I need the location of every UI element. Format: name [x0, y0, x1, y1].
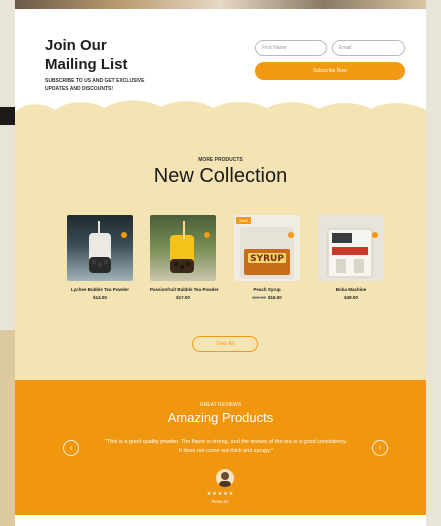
- mailing-title: Join Our Mailing List: [45, 36, 185, 74]
- reviews-eyebrow: GREAT REVIEWS: [199, 402, 242, 408]
- mailing-list-section: Join Our Mailing List SUBSCRIBE TO US AN…: [15, 9, 426, 109]
- product-price: $14.00: [67, 295, 133, 300]
- chevron-right-icon[interactable]: ›: [372, 440, 388, 456]
- first-name-field[interactable]: First Name: [255, 40, 327, 56]
- page: Join Our Mailing List SUBSCRIBE TO US AN…: [15, 0, 426, 526]
- product-price-value: $16.00: [268, 295, 282, 300]
- product-card[interactable]: Boba Machine $49.00: [318, 215, 384, 300]
- product-image-passionfruit[interactable]: [150, 215, 216, 281]
- footer-strip: [15, 515, 426, 526]
- product-name[interactable]: Passionfruit Bubble Tea Powder: [150, 287, 219, 292]
- product-image-syrup[interactable]: SYRUP Sale!: [234, 215, 300, 281]
- side-tan-strip: [0, 330, 15, 526]
- product-price-value: $17.00: [176, 295, 190, 300]
- chevron-left-icon[interactable]: ‹: [63, 440, 79, 456]
- mailing-title-line2: Mailing List: [45, 56, 128, 73]
- product-price: $17.00: [150, 295, 216, 300]
- review-quote: "This is a good quality powder. The flav…: [104, 439, 348, 454]
- product-price: $49.00: [318, 295, 384, 300]
- collection-eyebrow: MORE PRODUCTS: [198, 157, 243, 163]
- syrup-label-text: SYRUP: [250, 254, 284, 264]
- rating-stars: ★★★★★: [206, 491, 235, 497]
- product-price-value: $49.00: [344, 295, 358, 300]
- product-card[interactable]: SYRUP Sale! Peach Syrup $22.00 $16.00: [234, 215, 300, 300]
- collection-title: New Collection: [153, 165, 288, 187]
- product-name[interactable]: Lychee Bubble Tea Powder: [67, 287, 133, 292]
- email-field[interactable]: Email: [332, 40, 405, 56]
- product-price-value: $14.00: [93, 295, 107, 300]
- reviews-title: Amazing Products: [167, 410, 274, 425]
- product-name[interactable]: Peach Syrup: [234, 287, 300, 292]
- product-image-lychee[interactable]: [67, 215, 133, 281]
- product-old-price: $22.00: [252, 295, 266, 300]
- product-image-boba-machine[interactable]: [318, 215, 384, 281]
- header-image-strip: [15, 0, 426, 9]
- subscribe-button[interactable]: Subscribe Now: [255, 62, 405, 80]
- mailing-title-line1: Join Our: [45, 37, 107, 54]
- product-price: $22.00 $16.00: [234, 295, 300, 300]
- product-card[interactable]: Lychee Bubble Tea Powder $14.00: [67, 215, 133, 300]
- reviews-section: GREAT REVIEWS Amazing Products ‹ "This i…: [15, 380, 426, 515]
- mailing-subtitle: SUBSCRIBE TO US AND GET EXCLUSIVE UPDATE…: [45, 78, 145, 92]
- side-dark-strip: [0, 107, 15, 125]
- reviewer-name: Rena M.: [211, 499, 229, 504]
- reviewer-avatar: [216, 469, 234, 487]
- cloud-divider: [15, 100, 426, 128]
- sale-badge: Sale!: [236, 217, 252, 224]
- product-card[interactable]: Passionfruit Bubble Tea Powder $17.00: [150, 215, 219, 300]
- view-all-button[interactable]: View All: [192, 336, 258, 352]
- new-collection-section: MORE PRODUCTS New Collection Lychee Bubb…: [15, 100, 426, 380]
- product-name[interactable]: Boba Machine: [318, 287, 384, 292]
